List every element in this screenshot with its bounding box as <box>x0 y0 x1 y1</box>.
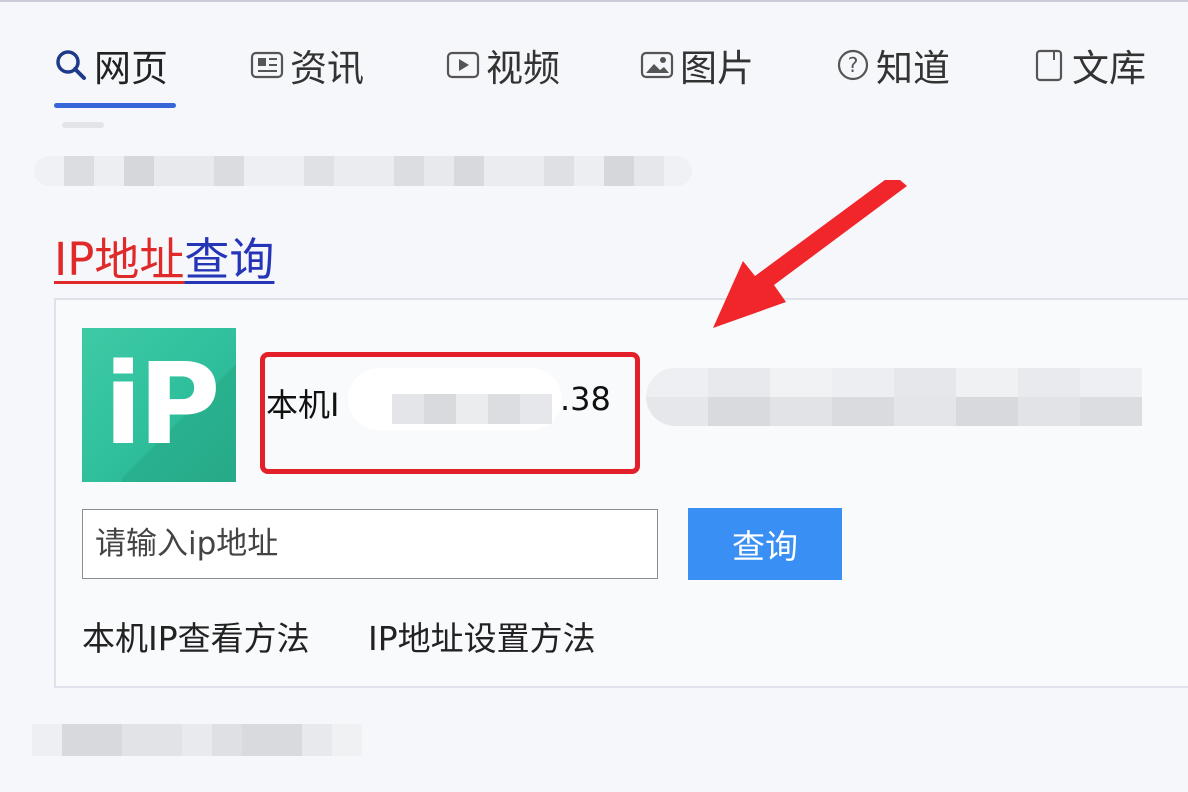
tab-web[interactable]: 网页 <box>54 40 168 90</box>
blurred-location-text <box>646 368 1142 426</box>
svg-text:?: ? <box>848 53 859 77</box>
tab-label: 知道 <box>876 47 950 90</box>
document-icon <box>1032 48 1066 82</box>
title-highlight: IP地址 <box>54 233 185 286</box>
logo-text: iP <box>104 340 221 470</box>
query-button[interactable]: 查询 <box>688 508 842 580</box>
tab-label: 网页 <box>94 47 168 90</box>
blurred-text <box>32 724 362 756</box>
blurred-text <box>34 156 692 186</box>
tab-label: 视频 <box>486 47 560 90</box>
ip-address-input[interactable] <box>82 509 658 579</box>
tab-zhidao[interactable]: ? 知道 <box>836 40 950 90</box>
news-icon <box>250 48 284 82</box>
video-icon <box>446 48 480 82</box>
title-rest: 查询 <box>184 233 275 286</box>
active-tab-indicator <box>54 103 176 108</box>
annotation-arrow <box>713 180 907 328</box>
tab-news[interactable]: 资讯 <box>250 40 364 90</box>
tab-label: 资讯 <box>290 47 364 90</box>
top-border-line <box>0 0 1188 2</box>
question-icon: ? <box>836 48 870 82</box>
result-title-link[interactable]: IP地址查询 <box>54 234 274 286</box>
local-ip-view-method-link[interactable]: 本机IP查看方法 <box>82 612 310 660</box>
tab-video[interactable]: 视频 <box>446 40 560 90</box>
ip-setting-method-link[interactable]: IP地址设置方法 <box>368 612 596 660</box>
image-icon <box>640 48 674 82</box>
tab-wenku[interactable]: 文库 <box>1032 40 1146 90</box>
annotation-highlight-box <box>260 352 640 474</box>
tab-images[interactable]: 图片 <box>640 40 754 90</box>
tab-label: 图片 <box>680 47 754 90</box>
ip-logo: iP <box>82 328 236 482</box>
search-icon <box>54 48 88 82</box>
tab-label: 文库 <box>1072 47 1146 90</box>
blurred-element <box>62 122 104 128</box>
